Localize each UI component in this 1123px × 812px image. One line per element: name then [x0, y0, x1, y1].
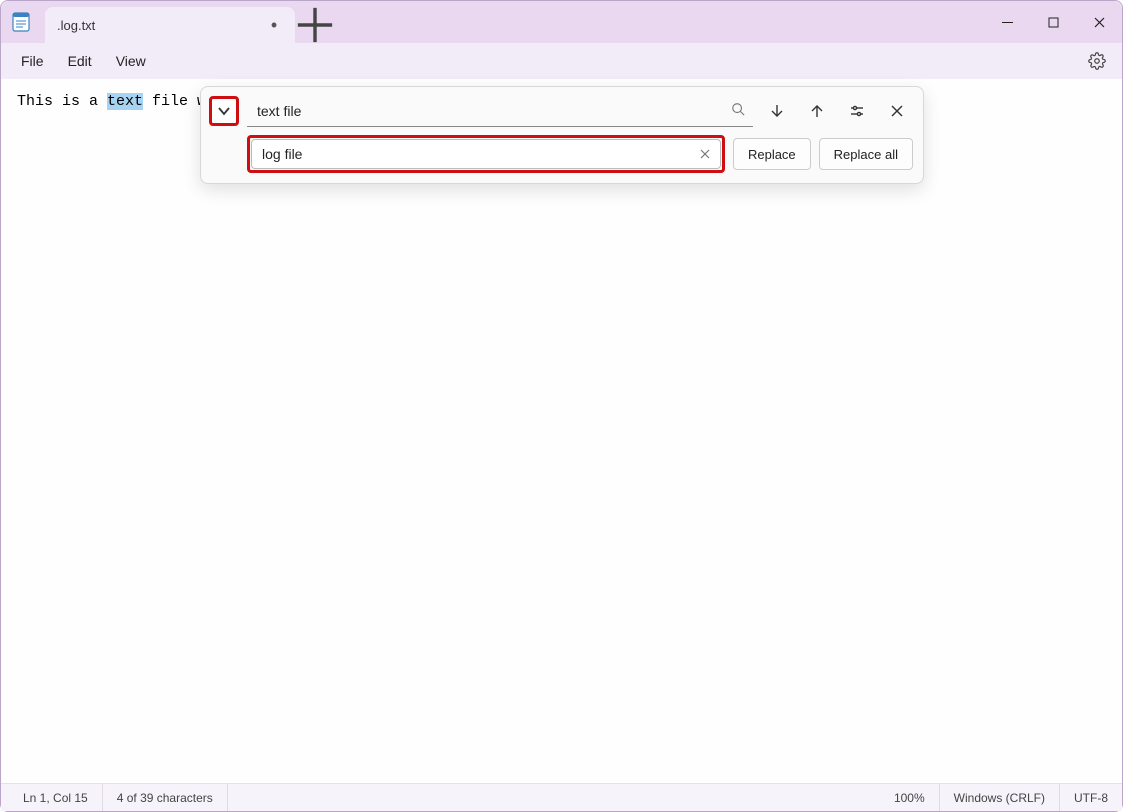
find-row [209, 95, 913, 127]
find-previous-button[interactable] [801, 95, 833, 127]
status-selection: 4 of 39 characters [103, 784, 228, 811]
minimize-button[interactable] [984, 1, 1030, 43]
menu-view[interactable]: View [104, 47, 158, 75]
tab-modified-indicator[interactable]: • [265, 16, 283, 34]
find-replace-panel: Replace Replace all [200, 86, 924, 184]
status-line-ending[interactable]: Windows (CRLF) [940, 784, 1060, 811]
status-zoom[interactable]: 100% [880, 784, 940, 811]
find-input-wrap [247, 95, 753, 127]
status-position[interactable]: Ln 1, Col 15 [1, 784, 103, 811]
replace-input-wrap [251, 139, 721, 169]
status-encoding[interactable]: UTF-8 [1060, 784, 1122, 811]
find-next-button[interactable] [761, 95, 793, 127]
text-before: This is a [17, 93, 107, 110]
tab-title: .log.txt [57, 18, 265, 33]
editor-area[interactable]: This is a text file wri [1, 79, 1122, 783]
statusbar: Ln 1, Col 15 4 of 39 characters 100% Win… [1, 783, 1122, 811]
find-options-button[interactable] [841, 95, 873, 127]
titlebar: .log.txt • [1, 1, 1122, 43]
app-icon [1, 1, 41, 43]
menu-edit[interactable]: Edit [56, 47, 104, 75]
close-window-button[interactable] [1076, 1, 1122, 43]
menubar: File Edit View [1, 43, 1122, 79]
toggle-replace-button[interactable] [209, 96, 239, 126]
replace-button[interactable]: Replace [733, 138, 811, 170]
new-tab-button[interactable] [295, 7, 335, 43]
tab[interactable]: .log.txt • [45, 7, 295, 43]
replace-highlight [247, 135, 725, 173]
highlighted-text: text [107, 93, 143, 110]
titlebar-spacer [335, 1, 984, 43]
clear-replace-button[interactable] [696, 145, 714, 163]
maximize-button[interactable] [1030, 1, 1076, 43]
search-icon [731, 102, 745, 121]
find-input[interactable] [247, 95, 753, 127]
menu-file[interactable]: File [9, 47, 56, 75]
settings-button[interactable] [1080, 44, 1114, 78]
close-panel-button[interactable] [881, 95, 913, 127]
replace-input[interactable] [262, 146, 696, 162]
replace-all-button[interactable]: Replace all [819, 138, 913, 170]
replace-row: Replace Replace all [209, 135, 913, 173]
